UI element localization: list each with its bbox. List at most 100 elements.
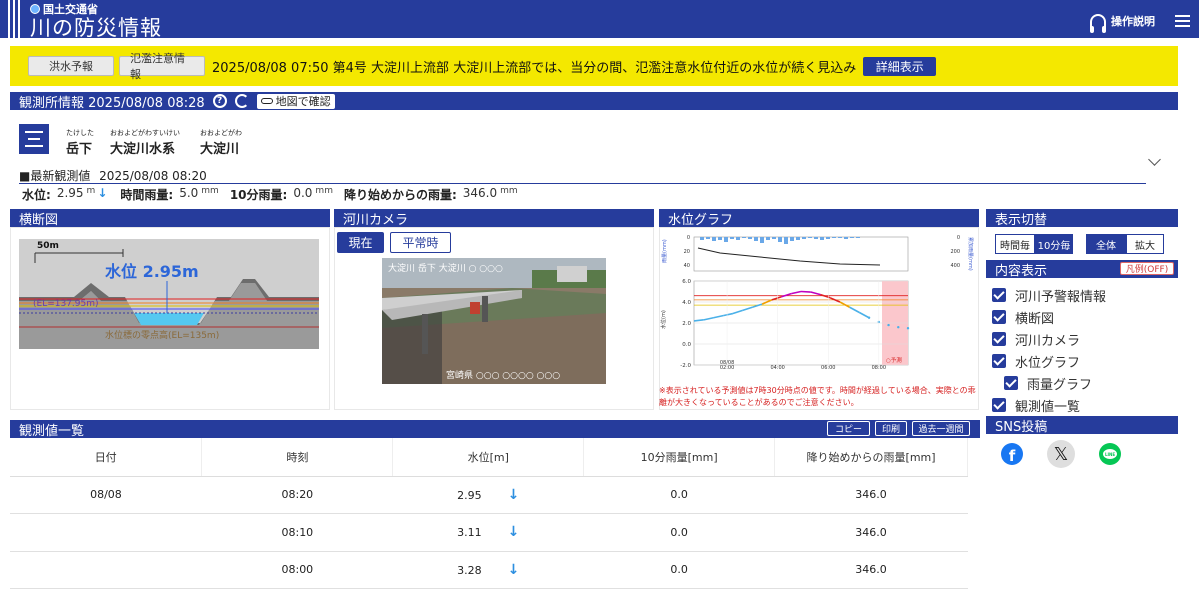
water-level-segment xyxy=(800,290,811,293)
cell-time: 08:20 xyxy=(201,476,393,514)
col-rain10: 10分雨量[mm] xyxy=(583,438,776,477)
y-tick-label: 2.0 xyxy=(682,321,691,327)
alert-message: 2025/08/08 07:50 第4号 大淀川上流部 大淀川上流部では、当分の… xyxy=(212,60,857,76)
obs-list-title: 観測値一覧 xyxy=(19,423,85,439)
rain-tick-label: 20 xyxy=(684,249,690,255)
cell-cumulative: 346.0 xyxy=(774,551,968,589)
sns-title: SNS投稿 xyxy=(995,419,1048,435)
cross-section-panel: 50m 水位 2.95m (EL=137.95m) 水位標の零点高(EL=135… xyxy=(10,227,330,410)
rain-bar xyxy=(760,237,764,243)
water-level-station-icon xyxy=(19,124,49,154)
checkbox-cross-section[interactable]: 横断図 xyxy=(992,306,1106,328)
help-question-icon[interactable]: ? xyxy=(212,94,227,108)
checkbox-label: 河川カメラ xyxy=(1015,333,1081,349)
map-confirm-button[interactable]: 地図で確認 xyxy=(256,93,335,109)
line-icon[interactable]: LINE xyxy=(1099,443,1121,465)
trend-down-icon: ↓ xyxy=(507,524,520,541)
facebook-icon[interactable]: f xyxy=(1001,443,1023,465)
y-tick-label: -2.0 xyxy=(680,363,691,369)
x-twitter-icon[interactable]: 𝕏 xyxy=(1047,440,1075,468)
river-name: おおよどがわ 大淀川 xyxy=(200,128,242,157)
cum-tick-label: 200 xyxy=(950,249,960,255)
legend-toggle-button[interactable]: 凡例(OFF) xyxy=(1120,262,1174,275)
detail-button[interactable]: 詳細表示 xyxy=(863,56,937,76)
rain-bar xyxy=(748,237,752,239)
overflow-warning-button[interactable]: 氾濫注意情報 xyxy=(119,52,205,81)
rain-bar xyxy=(700,237,704,240)
rain-bar xyxy=(844,237,848,239)
table-header-row: 日付 時刻 水位[m] 10分雨量[mm] 降り始めからの雨量[mm] xyxy=(10,438,968,477)
tab-current[interactable]: 現在 xyxy=(337,232,384,253)
rain-bar xyxy=(778,237,782,242)
map-button-label: 地図で確認 xyxy=(275,95,331,108)
station-name: たけした 岳下 xyxy=(66,128,94,157)
checkbox-water-graph[interactable]: 水位グラフ xyxy=(992,350,1106,372)
refresh-icon[interactable] xyxy=(234,94,249,108)
app-title[interactable]: 川の防災情報 xyxy=(30,12,162,42)
checkbox-label: 観測値一覧 xyxy=(1015,399,1081,415)
cell-rain10: 0.0 xyxy=(583,551,775,589)
content-checkbox-list: 河川予警報情報 横断図 河川カメラ 水位グラフ 雨量グラフ 観測値一覧 xyxy=(992,284,1106,416)
level-label: 水位: xyxy=(22,188,51,202)
help-button[interactable]: 操作説明 xyxy=(1090,13,1155,33)
checkbox-checked-icon xyxy=(992,288,1006,302)
rain-bar xyxy=(790,237,794,241)
cross-section-diagram[interactable]: 50m 水位 2.95m (EL=137.95m) 水位標の零点高(EL=135… xyxy=(19,239,319,349)
camera-overlay-top: 大淀川 岳下 大淀川 ○ ○○○ xyxy=(388,262,503,274)
station-name-ruby: たけした xyxy=(66,129,94,137)
checkbox-river-camera[interactable]: 河川カメラ xyxy=(992,328,1106,350)
cell-date: 08/08 xyxy=(10,476,202,514)
level-value: 3.11 xyxy=(457,526,482,540)
river-camera-image[interactable]: 大淀川 岳下 大淀川 ○ ○○○ 宮崎県 ○○○ ○○○○ ○○○ xyxy=(382,258,606,384)
cumulative-rain-label: 降り始めからの雨量: xyxy=(343,188,457,202)
flood-forecast-button[interactable]: 洪水予報 xyxy=(28,56,114,76)
rain-bar xyxy=(796,237,800,240)
link-icon xyxy=(260,98,273,104)
rain-bar xyxy=(802,237,806,239)
rain-bar xyxy=(718,237,722,240)
water-level-chart[interactable]: 雨量(mm) 累加雨量(mm) 020400200400 ○予測 水位(m) -… xyxy=(660,229,978,369)
obs-table: 日付 時刻 水位[m] 10分雨量[mm] 降り始めからの雨量[mm] 08/0… xyxy=(10,438,968,589)
past-week-button[interactable]: 過去一週間 xyxy=(912,421,970,436)
checkbox-label: 水位グラフ xyxy=(1015,355,1081,371)
trend-down-icon: ↓ xyxy=(507,486,520,503)
copy-button[interactable]: コピー xyxy=(827,421,870,436)
level-unit: m xyxy=(86,186,96,196)
checkbox-rain-graph[interactable]: 雨量グラフ xyxy=(992,372,1106,394)
rain-bar xyxy=(772,237,776,239)
rain-bar xyxy=(730,237,734,239)
cross-section-header: 横断図 xyxy=(10,209,330,228)
checkbox-label: 横断図 xyxy=(1015,311,1055,327)
cell-level: 3.28 ↓ xyxy=(392,551,584,589)
col-level: 水位[m] xyxy=(392,438,585,477)
cum-tick-label: 400 xyxy=(950,263,960,269)
trend-down-icon: ↓ xyxy=(507,561,520,578)
rain-bar xyxy=(832,237,836,238)
camera-title: 河川カメラ xyxy=(343,212,409,228)
tab-normal[interactable]: 平常時 xyxy=(390,232,451,253)
river-system-ruby: おおよどがわすいけい xyxy=(110,129,180,137)
cell-time: 08:00 xyxy=(201,551,393,589)
checkbox-checked-icon xyxy=(1004,376,1018,390)
checkbox-obs-list[interactable]: 観測値一覧 xyxy=(992,394,1106,416)
rain-bar xyxy=(706,237,710,239)
divider xyxy=(19,183,1146,184)
table-row: 08:00 3.28 ↓ 0.0 346.0 xyxy=(10,551,968,589)
hamburger-menu-icon[interactable] xyxy=(1175,15,1190,27)
latest-label: ■最新観測値 xyxy=(19,169,91,183)
forecast-point xyxy=(906,327,910,330)
toggle-10min[interactable]: 10分毎 xyxy=(1035,234,1073,254)
toggle-hourly[interactable]: 時間毎 xyxy=(995,234,1035,254)
cell-cumulative: 346.0 xyxy=(774,476,968,514)
chevron-down-icon[interactable] xyxy=(1148,153,1161,166)
headset-icon xyxy=(1090,13,1106,33)
checkbox-river-warning[interactable]: 河川予警報情報 xyxy=(992,284,1106,306)
y-tick-label: 4.0 xyxy=(682,300,691,306)
print-button[interactable]: 印刷 xyxy=(875,421,907,436)
toggle-all[interactable]: 全体 xyxy=(1086,234,1126,254)
cumulative-rain-value: 346.0 xyxy=(462,186,498,200)
y-tick-label: 0.0 xyxy=(682,342,691,348)
toggle-zoom[interactable]: 拡大 xyxy=(1126,234,1164,254)
water-graph-title: 水位グラフ xyxy=(668,212,734,228)
y-tick-label: 6.0 xyxy=(682,279,691,285)
